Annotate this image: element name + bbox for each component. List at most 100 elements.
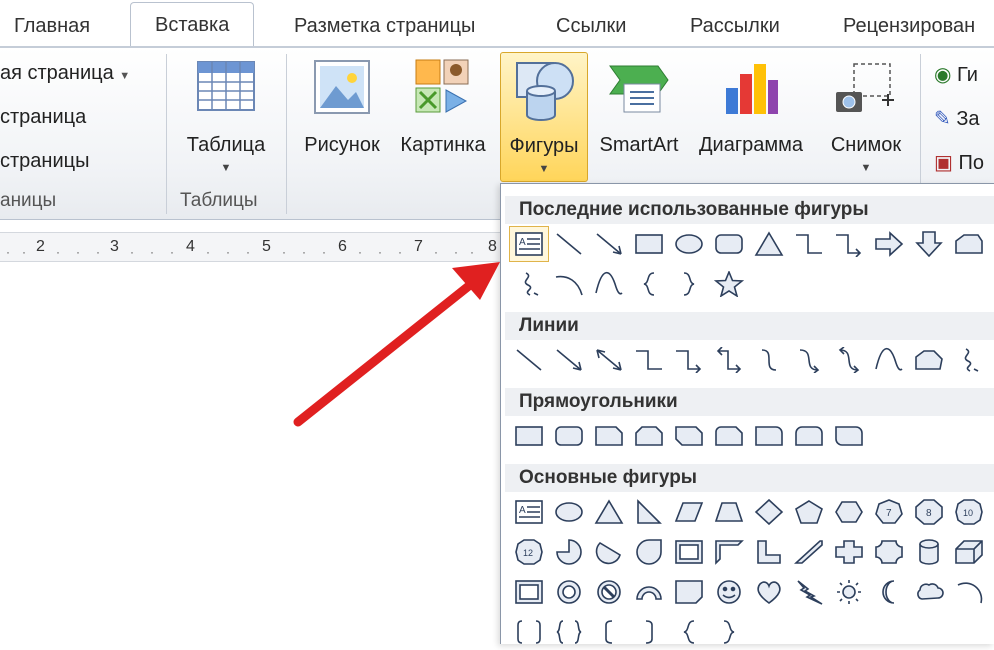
right-brace-shape[interactable]	[709, 614, 749, 650]
hexagon-shape[interactable]	[829, 494, 869, 530]
chord-shape[interactable]	[589, 534, 629, 570]
round-diagonal-shape[interactable]	[829, 418, 869, 454]
textbox-shape[interactable]: A	[509, 494, 549, 530]
cloud-icon[interactable]	[909, 574, 949, 610]
table-button[interactable]: Таблица ▼	[172, 52, 280, 184]
oval-shape[interactable]	[669, 226, 709, 262]
curve-shape[interactable]	[869, 342, 909, 378]
pentagon-shape[interactable]	[789, 494, 829, 530]
snip-single-corner-shape[interactable]	[589, 418, 629, 454]
smartart-button[interactable]: SmartArt	[592, 52, 686, 184]
pie-shape[interactable]	[549, 534, 589, 570]
round-same-side-shape[interactable]	[789, 418, 829, 454]
curved-double-arrow-shape[interactable]	[829, 342, 869, 378]
dodecagon-shape[interactable]: 12	[509, 534, 549, 570]
heptagon-shape[interactable]: 7	[869, 494, 909, 530]
right-triangle-shape[interactable]	[629, 494, 669, 530]
tab-home[interactable]: Главная	[14, 6, 90, 46]
parallelogram-shape[interactable]	[669, 494, 709, 530]
folded-corner-shape[interactable]	[669, 574, 709, 610]
arc-shape[interactable]	[949, 574, 989, 610]
textbox-shape[interactable]: A	[509, 226, 549, 262]
curve-shape[interactable]	[589, 266, 629, 302]
decagon-shape[interactable]: 10	[949, 494, 989, 530]
diagonal-stripe-shape[interactable]	[789, 534, 829, 570]
tab-references[interactable]: Ссылки	[556, 6, 626, 46]
right-brace-shape[interactable]	[669, 266, 709, 302]
elbow-connector-shape[interactable]	[629, 342, 669, 378]
snip-diagonal-shape[interactable]	[669, 418, 709, 454]
arrow-line-shape[interactable]	[549, 342, 589, 378]
scribble-shape[interactable]	[949, 342, 989, 378]
no-symbol-shape[interactable]	[589, 574, 629, 610]
cube-shape[interactable]	[949, 534, 989, 570]
double-arrow-line-shape[interactable]	[589, 342, 629, 378]
arrow-line-shape[interactable]	[589, 226, 629, 262]
half-frame-shape[interactable]	[709, 534, 749, 570]
snip-round-shape[interactable]	[709, 418, 749, 454]
octagon-shape[interactable]: 8	[909, 494, 949, 530]
diamond-shape[interactable]	[749, 494, 789, 530]
cover-page-button[interactable]: страницы	[0, 150, 89, 173]
cross-reference-button[interactable]: ▣ По	[934, 150, 984, 175]
elbow-connector-shape[interactable]	[789, 226, 829, 262]
left-bracket-shape[interactable]	[589, 614, 629, 650]
plaque-shape[interactable]	[869, 534, 909, 570]
double-brace-shape[interactable]	[549, 614, 589, 650]
oval-shape[interactable]	[549, 494, 589, 530]
bookmark-button[interactable]: ✎ За	[934, 106, 980, 131]
l-shape[interactable]	[749, 534, 789, 570]
curve-arrow-shape[interactable]	[549, 266, 589, 302]
clipart-button[interactable]: Картинка	[394, 52, 492, 184]
picture-button[interactable]: Рисунок	[296, 52, 388, 184]
star-shape[interactable]	[709, 266, 749, 302]
bevel-shape[interactable]	[509, 574, 549, 610]
curved-arrow-connector-shape[interactable]	[789, 342, 829, 378]
curved-connector-shape[interactable]	[749, 342, 789, 378]
triangle-shape[interactable]	[589, 494, 629, 530]
lightning-bolt-icon[interactable]	[789, 574, 829, 610]
tab-insert[interactable]: Вставка	[130, 2, 255, 48]
down-arrow-shape[interactable]	[909, 226, 949, 262]
tab-mailings[interactable]: Рассылки	[690, 6, 780, 46]
line-shape[interactable]	[509, 342, 549, 378]
cross-shape[interactable]	[829, 534, 869, 570]
elbow-arrow-shape[interactable]	[669, 342, 709, 378]
rectangle-shape[interactable]	[629, 226, 669, 262]
right-arrow-shape[interactable]	[869, 226, 909, 262]
block-arc-shape[interactable]	[629, 574, 669, 610]
freeform-shape[interactable]	[909, 342, 949, 378]
screenshot-button[interactable]: Снимок ▼	[818, 52, 914, 184]
line-shape[interactable]	[549, 226, 589, 262]
trapezoid-shape[interactable]	[709, 494, 749, 530]
hyperlink-button[interactable]: ◉ Ги	[934, 62, 978, 87]
left-brace-shape[interactable]	[629, 266, 669, 302]
smiley-face-icon[interactable]	[709, 574, 749, 610]
round-single-corner-shape[interactable]	[749, 418, 789, 454]
right-bracket-shape[interactable]	[629, 614, 669, 650]
teardrop-shape[interactable]	[629, 534, 669, 570]
elbow-double-arrow-shape[interactable]	[709, 342, 749, 378]
horizontal-ruler[interactable]: · · 2 · · · 3 · · · 4 · · · 5 · · · 6 · · · 7 · · · 8	[0, 232, 500, 262]
tab-review[interactable]: Рецензирован	[843, 6, 975, 46]
triangle-shape[interactable]	[749, 226, 789, 262]
can-shape[interactable]	[909, 534, 949, 570]
blank-page-button[interactable]: ая страница ▼	[0, 62, 130, 85]
donut-shape[interactable]	[549, 574, 589, 610]
sun-icon[interactable]	[829, 574, 869, 610]
rounded-rect-shape[interactable]	[549, 418, 589, 454]
frame-shape[interactable]	[669, 534, 709, 570]
rounded-rect-shape[interactable]	[709, 226, 749, 262]
elbow-arrow-shape[interactable]	[829, 226, 869, 262]
freeform-scribble-shape[interactable]	[509, 266, 549, 302]
heart-icon[interactable]	[749, 574, 789, 610]
rectangle-shape[interactable]	[509, 418, 549, 454]
moon-icon[interactable]	[869, 574, 909, 610]
double-bracket-shape[interactable]	[509, 614, 549, 650]
chart-button[interactable]: Диаграмма	[688, 52, 814, 184]
shapes-button[interactable]: Фигуры ▼	[500, 52, 588, 182]
tab-page-layout[interactable]: Разметка страницы	[294, 6, 475, 46]
page-break-button[interactable]: страница	[0, 106, 86, 129]
snip-shape[interactable]	[949, 226, 989, 262]
snip-same-side-shape[interactable]	[629, 418, 669, 454]
